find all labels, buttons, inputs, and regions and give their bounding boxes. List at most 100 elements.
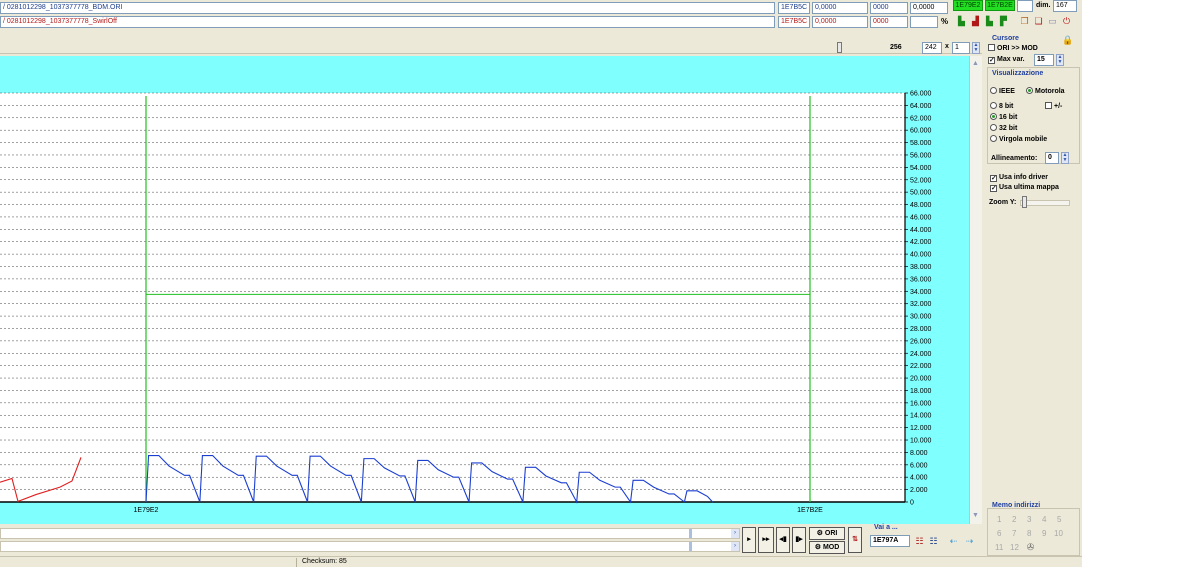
swap-icon[interactable]: ⇅	[848, 527, 862, 553]
motorola-label: Motorola	[1035, 88, 1065, 95]
mod-scrollbar[interactable]: ›	[0, 541, 740, 552]
delta-value: 0,0000	[910, 2, 948, 14]
memo-slot-3[interactable]: 3	[1027, 515, 1031, 524]
play-icon[interactable]: ▸	[742, 527, 756, 553]
y-tick-label: 2.000	[910, 487, 928, 494]
ori-mod-checkbox[interactable]: ORI >> MOD	[988, 44, 1038, 54]
alignment-spinner[interactable]: ▲ ▼	[1061, 152, 1069, 164]
y-tick-label: 58.000	[910, 140, 932, 147]
ori-button-label: ORI	[824, 530, 838, 537]
bars-down-icon[interactable]: ▛	[998, 16, 1009, 27]
y-tick-label: 22.000	[910, 363, 932, 370]
memo-save-icon[interactable]: ✇	[1025, 542, 1036, 553]
zoom-slider-track[interactable]	[1020, 200, 1070, 206]
memo-slot-10[interactable]: 10	[1054, 529, 1063, 538]
memo-slot-9[interactable]: 9	[1042, 529, 1046, 538]
y-tick-label: 52.000	[910, 177, 932, 184]
y-tick-label: 32.000	[910, 301, 932, 308]
arrow-right-icon[interactable]: ⇢	[964, 536, 975, 547]
y-tick-label: 36.000	[910, 276, 932, 283]
memo-slot-11[interactable]: 11	[995, 543, 1003, 552]
width-value: 256	[890, 44, 902, 51]
mod-scroll-right-icon[interactable]: ›	[731, 542, 739, 551]
marker-label: 1E79E2	[134, 507, 159, 514]
y-tick-label: 54.000	[910, 165, 932, 172]
dim-label: dim.	[1036, 2, 1051, 9]
use-driver-checkbox[interactable]: ✓ Usa info driver	[990, 173, 1048, 183]
stop-icon[interactable]: ⏻	[1061, 16, 1072, 27]
step-back-icon[interactable]: ◂▮	[776, 527, 790, 553]
goto-mod-icon[interactable]: ☷	[928, 536, 939, 547]
ori-mod-check-icon	[988, 44, 995, 51]
mod-scroll-thumb[interactable]	[689, 542, 692, 551]
max-var-spinner[interactable]: ▲ ▼	[1056, 54, 1064, 66]
sign-label: +/-	[1054, 103, 1063, 110]
multiplier-spinner[interactable]: ▲ ▼	[972, 42, 980, 54]
memo-slot-5[interactable]: 5	[1057, 515, 1061, 524]
ori-scroll-right-icon[interactable]: ›	[731, 529, 739, 538]
ieee-radio[interactable]: IEEE	[990, 87, 1015, 97]
mod-button-label: MOD	[822, 544, 840, 551]
scroll-slider-handle[interactable]	[837, 42, 842, 53]
y-tick-label: 8.000	[910, 450, 928, 457]
memo-slot-2[interactable]: 2	[1012, 515, 1016, 524]
bit32-radio-icon	[990, 124, 997, 131]
paste-icon[interactable]: ❏	[1033, 16, 1044, 27]
plot-vertical-scrollbar[interactable]: ▲ ▼	[969, 56, 982, 524]
scroll-down-icon[interactable]: ▼	[972, 512, 979, 519]
app-window: / 0281012298_1037377778_BDM.ORI / 028101…	[0, 0, 1082, 567]
ori-file-name: / 0281012298_1037377778_BDM.ORI	[0, 2, 775, 14]
plot-area[interactable]: 0 2.000 4.000 6.000 8.000 10.000 12.000 14.000 1…	[0, 56, 969, 524]
lock-icon[interactable]: 🔒	[1062, 35, 1073, 46]
bars-compare-icon[interactable]: ▟	[970, 16, 981, 27]
alignment-value[interactable]: 0	[1045, 152, 1059, 164]
max-var-label: Max var.	[997, 56, 1025, 63]
range-extra-field[interactable]	[1017, 0, 1033, 12]
y-tick-label: 20.000	[910, 376, 932, 383]
memo-slot-8[interactable]: 8	[1027, 529, 1031, 538]
y-tick-label: 24.000	[910, 351, 932, 358]
window-icon[interactable]: ▭	[1047, 16, 1058, 27]
scroll-up-icon[interactable]: ▲	[972, 60, 979, 67]
bars-icon[interactable]: ▙	[956, 16, 967, 27]
motorola-radio[interactable]: Motorola	[1026, 87, 1065, 97]
goto-input[interactable]: 1E797A	[870, 535, 910, 547]
mod-button[interactable]: ⚙ MOD	[809, 541, 845, 554]
memo-slot-4[interactable]: 4	[1042, 515, 1046, 524]
count-value[interactable]: 242	[922, 42, 942, 54]
copy-icon[interactable]: ❐	[1019, 16, 1030, 27]
bit8-radio[interactable]: 8 bit	[990, 102, 1013, 112]
range-start: 1E79E2	[953, 0, 983, 11]
memo-slot-6[interactable]: 6	[997, 529, 1001, 538]
ori-scrollbar[interactable]: ›	[0, 528, 740, 539]
zoom-slider-handle[interactable]	[1022, 196, 1027, 208]
fast-forward-icon[interactable]: ▸▸	[758, 527, 774, 553]
memo-slot-1[interactable]: 1	[997, 515, 1001, 524]
mod-value-float: 0,0000	[812, 16, 868, 28]
bit32-radio[interactable]: 32 bit	[990, 124, 1017, 134]
use-last-map-checkbox[interactable]: ✓ Usa ultima mappa	[990, 183, 1059, 193]
arrow-left-icon[interactable]: ⇠	[948, 536, 959, 547]
multiplier-value[interactable]: 1	[952, 42, 970, 54]
step-forward-icon[interactable]: ▮▸	[792, 527, 806, 553]
y-tick-label: 40.000	[910, 252, 932, 259]
ori-button[interactable]: ⚙ ORI	[809, 527, 845, 540]
bit16-radio[interactable]: 16 bit	[990, 113, 1017, 123]
y-tick-label: 16.000	[910, 400, 932, 407]
max-var-checkbox[interactable]: ✓ Max var.	[988, 55, 1025, 65]
zoom-label: Zoom Y:	[989, 199, 1017, 206]
bars-up-icon[interactable]: ▙	[984, 16, 995, 27]
memo-slot-7[interactable]: 7	[1012, 529, 1016, 538]
ori-value-hex: 0000	[870, 2, 908, 14]
goto-ori-icon[interactable]: ☷	[914, 536, 925, 547]
percent-symbol: %	[941, 17, 949, 26]
percent-field[interactable]	[910, 16, 938, 28]
ori-scroll-thumb[interactable]	[689, 529, 692, 538]
sign-checkbox[interactable]: +/-	[1045, 102, 1062, 112]
range-end: 1E7B2E	[985, 0, 1015, 11]
max-var-value[interactable]: 15	[1034, 54, 1054, 66]
float-radio[interactable]: Virgola mobile	[990, 135, 1047, 145]
y-tick-label: 28.000	[910, 326, 932, 333]
memo-slot-12[interactable]: 12	[1010, 543, 1019, 552]
y-tick-label: 18.000	[910, 388, 932, 395]
